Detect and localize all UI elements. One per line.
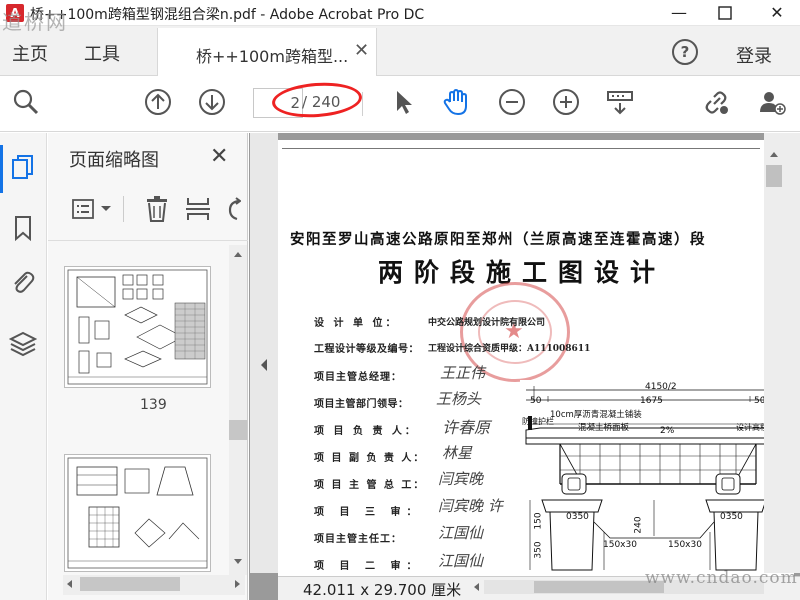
dimension-label: 50	[530, 396, 542, 406]
rail-active-indicator	[0, 145, 3, 193]
window-title: 桥++100m跨箱型钢混组合梁n.pdf - Adobe Acrobat Pro…	[30, 7, 425, 23]
dimension-label: 150x30	[668, 540, 702, 550]
panel-hscroll-thumb[interactable]	[80, 577, 180, 591]
panel-divider	[48, 240, 248, 241]
dimension-label: 240	[633, 516, 644, 534]
panel-close-icon[interactable]: ✕	[210, 144, 228, 169]
signature: 许春原	[442, 418, 491, 437]
scroll-left-arrow-icon[interactable]	[65, 579, 73, 589]
add-user-icon[interactable]	[758, 88, 786, 116]
login-button[interactable]: 登录	[736, 42, 772, 68]
collapse-panel-arrow-icon[interactable]	[260, 358, 268, 372]
share-link-icon[interactable]	[702, 88, 730, 116]
delete-page-icon[interactable]	[145, 196, 169, 222]
dimension-label: 1675	[640, 396, 663, 406]
prev-page-icon[interactable]	[144, 88, 172, 116]
scroll-down-arrow-icon[interactable]	[233, 558, 243, 566]
maximize-icon[interactable]	[702, 0, 748, 26]
thumbnail-page-label: 139	[140, 397, 167, 413]
zoom-in-icon[interactable]	[552, 88, 580, 116]
search-icon[interactable]	[12, 88, 40, 116]
signature: 闫宾晚	[438, 470, 484, 488]
next-page-icon[interactable]	[198, 88, 226, 116]
doc-row-label: 项目主管部门领导：	[314, 399, 409, 410]
dimension-label: 150x30	[603, 540, 637, 550]
signature: 江国仙	[438, 524, 484, 542]
dimension-label: 150	[533, 512, 544, 530]
doc-row-label: 项 目 二 审：	[314, 561, 423, 572]
close-icon[interactable]: ✕	[754, 0, 800, 26]
close-tab-icon[interactable]: ✕	[354, 40, 369, 61]
dimension-label: 4150/2	[645, 382, 677, 392]
zoom-out-icon[interactable]	[498, 88, 526, 116]
page-thumbnail[interactable]	[64, 454, 211, 572]
toolbar-separator	[362, 92, 363, 116]
select-arrow-icon[interactable]	[390, 88, 418, 116]
page-border-top	[282, 148, 760, 149]
drawing-label: 10cm厚沥青混凝土铺装	[550, 410, 642, 420]
scroll-up-arrow-icon[interactable]	[233, 250, 243, 258]
doc-row-label: 项 目 副 负 责 人：	[314, 453, 426, 464]
doc-row-label: 项目主管主任工：	[314, 534, 402, 545]
page-size-readout: 42.011 x 29.700 厘米	[303, 581, 462, 599]
chevron-down-icon[interactable]	[100, 205, 112, 213]
dimension-label: 0350	[720, 512, 743, 522]
scroll-mode-icon[interactable]	[606, 88, 634, 116]
signature: 闫宾晚 许	[438, 497, 503, 515]
document-header: 安阳至罗山高速公路原阳至郑州（兰原高速至连霍高速）段	[290, 231, 706, 248]
document-tab-label: 桥++100m跨箱型...	[196, 47, 349, 66]
doc-row-label: 项 目 主 管 总 工：	[314, 480, 426, 491]
bookmark-icon[interactable]	[9, 214, 37, 242]
panel-title: 页面缩略图	[69, 150, 159, 171]
insert-page-icon[interactable]	[185, 196, 211, 222]
signature: 林星	[442, 444, 473, 462]
drawing-label: 混凝土桥面板	[578, 423, 630, 433]
doc-row-label: 项 目 三 审：	[314, 507, 423, 518]
page-thumbnail[interactable]	[64, 266, 211, 388]
drawing-label: 防撞护栏	[522, 417, 554, 426]
watermark-logo: 道桥网	[2, 10, 68, 34]
document-tab[interactable]: 桥++100m跨箱型... ✕	[157, 28, 377, 76]
dimension-label: 350	[533, 541, 544, 559]
scroll-left-arrow-icon[interactable]	[472, 582, 480, 592]
signature: 王正伟	[440, 364, 486, 382]
doc-row-value: 工程设计综合资质甲级：A111008611	[428, 344, 591, 354]
document-scrollbar-thumb[interactable]	[766, 165, 782, 187]
menu-home[interactable]: 主页	[12, 40, 48, 66]
scroll-up-arrow-icon[interactable]	[769, 150, 779, 158]
doc-row-label: 工程设计等级及编号：	[314, 344, 419, 355]
doc-row-label: 项目主管总经理：	[314, 372, 402, 383]
left-rail	[0, 133, 47, 600]
watermark-url: www.cndao.com	[645, 568, 798, 588]
menu-tools[interactable]: 工具	[84, 40, 120, 66]
doc-row-label: 设 计 单 位：	[314, 318, 399, 329]
attachment-icon[interactable]	[9, 268, 37, 296]
help-icon[interactable]: ?	[672, 39, 698, 65]
scroll-right-arrow-icon[interactable]	[234, 579, 242, 589]
rotate-page-icon[interactable]	[227, 197, 241, 221]
panel-tools-separator	[123, 196, 124, 222]
thumbnail-options-icon[interactable]	[72, 198, 98, 220]
dimension-label: 0350	[566, 512, 589, 522]
page-thumbnails-icon[interactable]	[9, 154, 37, 182]
drawing-label: 2%	[660, 426, 675, 436]
panel-scrollbar-thumb[interactable]	[229, 420, 247, 440]
doc-row-value: 中交公路规划设计院有限公司	[428, 318, 546, 328]
document-vertical-scrollbar[interactable]	[764, 133, 800, 573]
layers-icon[interactable]	[9, 330, 37, 358]
signature: 王杨头	[436, 390, 482, 408]
collapse-panel-strip[interactable]	[250, 133, 278, 573]
signature: 江国仙	[438, 552, 484, 570]
minimize-icon[interactable]: —	[656, 0, 702, 26]
doc-row-label: 项 目 负 责 人：	[314, 426, 418, 437]
hand-tool-icon[interactable]	[442, 88, 470, 116]
panel-vertical-scrollbar[interactable]	[229, 245, 247, 575]
